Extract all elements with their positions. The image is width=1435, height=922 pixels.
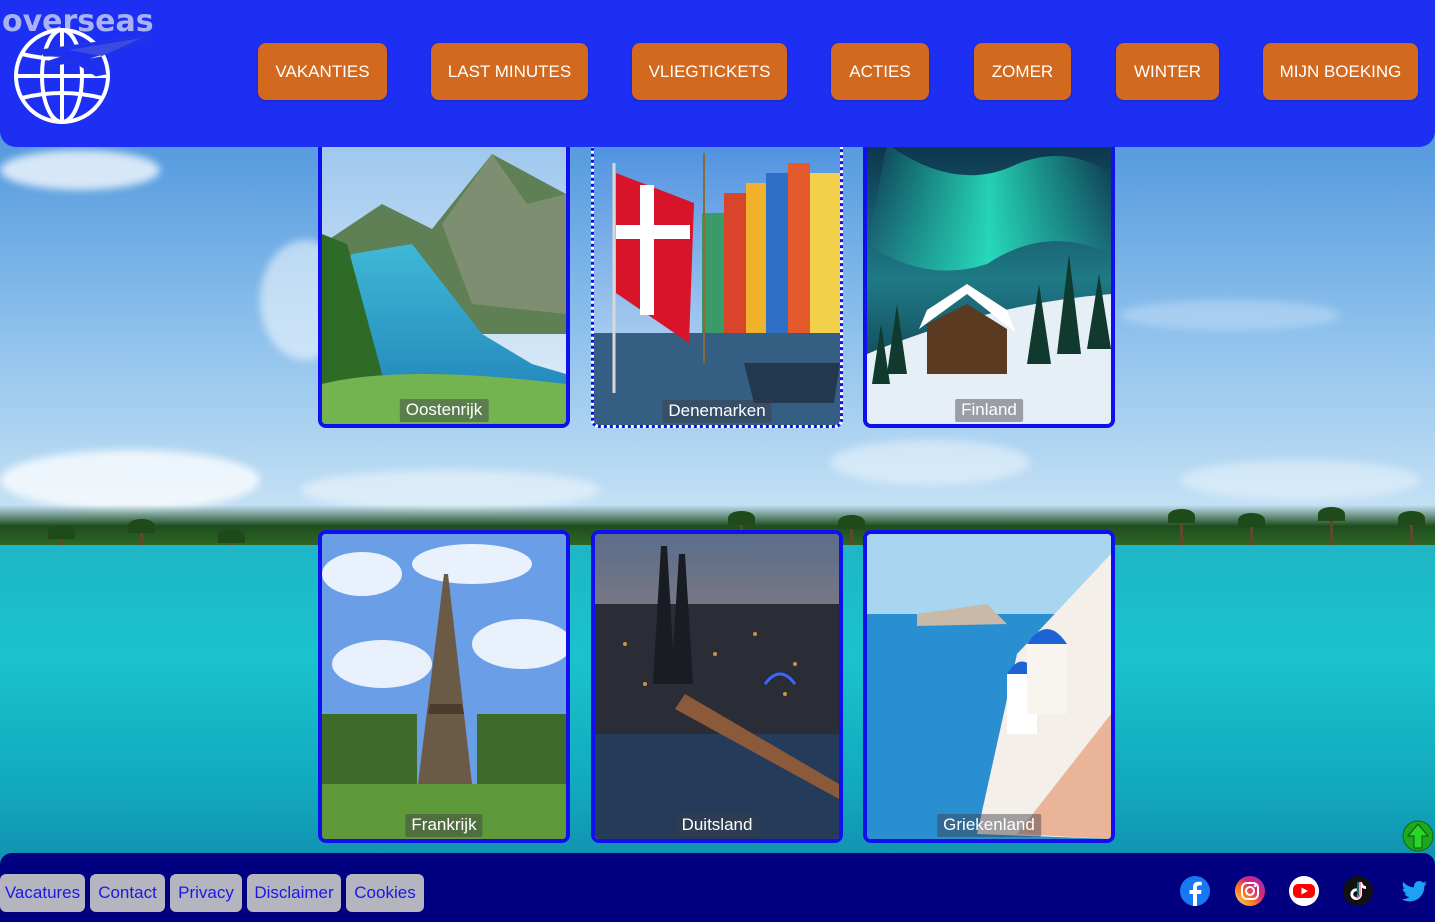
destination-card-duitsland[interactable]: Duitsland — [591, 530, 843, 843]
tiktok-icon[interactable] — [1342, 875, 1374, 907]
griekenland-photo — [867, 534, 1111, 839]
nav-winter[interactable]: WINTER — [1116, 43, 1219, 100]
arrow-up-icon[interactable] — [1402, 820, 1434, 852]
duitsland-photo — [595, 534, 839, 839]
globe-airplane-icon[interactable] — [10, 26, 150, 126]
destination-card-finland[interactable]: Finland — [863, 130, 1115, 428]
oostenrijk-photo — [322, 134, 566, 424]
destination-caption: Duitsland — [675, 814, 759, 837]
destination-card-frankrijk[interactable]: Frankrijk — [318, 530, 570, 843]
youtube-icon[interactable] — [1288, 875, 1320, 907]
footer-link-contact[interactable]: Contact — [90, 874, 165, 912]
frankrijk-photo — [322, 534, 566, 839]
nav-zomer[interactable]: ZOMER — [974, 43, 1071, 100]
nav-vliegtickets[interactable]: VLIEGTICKETS — [632, 43, 787, 100]
instagram-icon[interactable] — [1234, 875, 1266, 907]
nav-mijn-boeking[interactable]: MIJN BOEKING — [1263, 43, 1418, 100]
footer-link-privacy[interactable]: Privacy — [170, 874, 242, 912]
denemarken-photo — [594, 133, 840, 425]
destination-caption: Denemarken — [662, 400, 772, 423]
finland-photo — [867, 134, 1111, 424]
destination-caption: Finland — [955, 399, 1023, 422]
destination-caption: Frankrijk — [405, 814, 483, 837]
twitter-icon[interactable] — [1398, 875, 1430, 907]
destination-card-oostenrijk[interactable]: Oostenrijk — [318, 130, 570, 428]
facebook-icon[interactable] — [1179, 875, 1211, 907]
nav-acties[interactable]: ACTIES — [831, 43, 929, 100]
nav-last-minutes[interactable]: LAST MINUTES — [431, 43, 588, 100]
site-header: overseas VAKANTIES LAST MINUTES VLIEGTIC… — [0, 0, 1435, 147]
nav-vakanties[interactable]: VAKANTIES — [258, 43, 387, 100]
destination-caption: Oostenrijk — [399, 399, 489, 422]
destination-card-griekenland[interactable]: Griekenland — [863, 530, 1115, 843]
destination-card-denemarken[interactable]: Denemarken — [591, 130, 843, 428]
destination-caption: Griekenland — [937, 814, 1041, 837]
footer-link-disclaimer[interactable]: Disclaimer — [247, 874, 341, 912]
site-footer: Vacatures Contact Privacy Disclaimer Coo… — [0, 853, 1435, 922]
footer-link-cookies[interactable]: Cookies — [346, 874, 424, 912]
footer-link-vacatures[interactable]: Vacatures — [0, 874, 85, 912]
